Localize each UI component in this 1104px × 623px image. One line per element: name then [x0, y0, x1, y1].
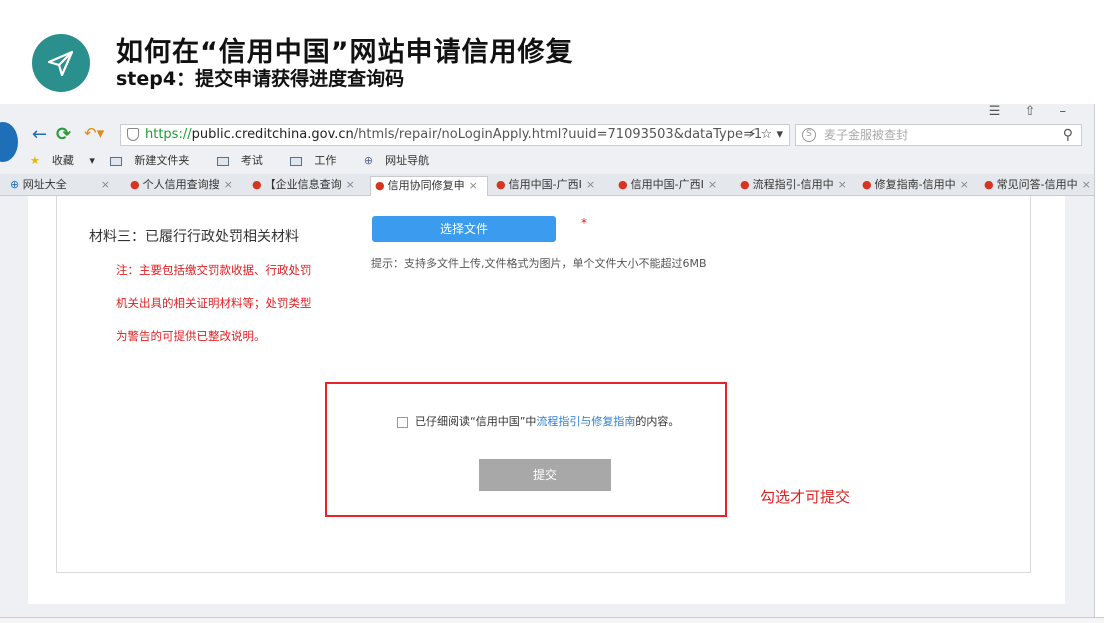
url-bar[interactable]: https://public.creditchina.gov.cn/htmls/…	[120, 124, 790, 146]
refresh-icon[interactable]: ⟳	[56, 124, 71, 145]
close-icon[interactable]: ×	[586, 178, 595, 191]
browser-screenshot: ☰ ⇧ – ← ⟳ ↶▾ https://public.creditchina.…	[0, 104, 1094, 617]
bookmark-new-folder[interactable]: 新建文件夹	[110, 154, 201, 167]
tab-4-active[interactable]: ● 信用协同修复申 ×	[370, 176, 488, 196]
tab-8[interactable]: ● 修复指南-信用中 ×	[858, 176, 976, 196]
page-content: 材料三：已履行行政处罚相关材料 注：主要包括缴交罚款收据、行政处罚 机关出具的相…	[28, 196, 1065, 604]
submit-button[interactable]: 提交	[479, 459, 611, 491]
close-icon[interactable]: ×	[708, 178, 717, 191]
highlight-frame: 已仔细阅读“信用中国”中流程指引与修复指南的内容。 提交	[325, 382, 727, 517]
close-icon[interactable]: ×	[1082, 178, 1091, 191]
emblem-icon: ●	[740, 178, 750, 191]
folder-icon	[216, 156, 229, 166]
url-scheme: https://	[145, 127, 192, 142]
bottom-edge	[0, 617, 1104, 623]
close-icon[interactable]: ×	[469, 179, 478, 192]
material-label: 材料三：已履行行政处罚相关材料	[89, 229, 299, 245]
tab-7[interactable]: ● 流程指引-信用中 ×	[736, 176, 854, 196]
emblem-icon: ●	[130, 178, 140, 191]
emblem-icon: ●	[252, 178, 262, 191]
emblem-icon: ●	[862, 178, 872, 191]
emblem-icon: ●	[375, 179, 385, 192]
close-icon[interactable]: ×	[101, 178, 110, 191]
bookmark-nav[interactable]: ⊕ 网址导航	[364, 154, 441, 167]
window-controls[interactable]: ☰ ⇧ –	[989, 104, 1076, 119]
agree-checkbox[interactable]	[397, 417, 408, 428]
undo-icon[interactable]: ↶▾	[84, 124, 104, 142]
shield-icon	[127, 128, 139, 141]
tab-9[interactable]: ● 常见问答-信用中 ×	[980, 176, 1092, 196]
emblem-icon: ●	[984, 178, 994, 191]
folder-icon	[290, 156, 303, 166]
note-line-2: 机关出具的相关证明材料等；处罚类型	[116, 296, 312, 310]
tab-6[interactable]: ● 信用中国-广西I ×	[614, 176, 732, 196]
bookmark-exam[interactable]: 考试	[216, 154, 275, 167]
browser-logo	[0, 122, 18, 162]
agree-text: 已仔细阅读“信用中国”中流程指引与修复指南的内容。	[415, 415, 680, 428]
annotation-text: 勾选才可提交	[760, 488, 851, 506]
close-icon[interactable]: ×	[224, 178, 233, 191]
close-icon[interactable]: ×	[960, 178, 969, 191]
search-icon[interactable]: ⚲	[1063, 125, 1073, 145]
globe-icon: ⊕	[363, 154, 374, 167]
tab-5[interactable]: ● 信用中国-广西I ×	[492, 176, 610, 196]
back-arrow-icon[interactable]: ←	[32, 124, 47, 145]
search-input[interactable]: S 麦子金服被查封 ⚲	[795, 124, 1082, 146]
emblem-icon: ●	[618, 178, 628, 191]
paper-plane-icon	[47, 50, 74, 77]
bookmark-work[interactable]: 工作	[290, 154, 348, 167]
bookmark-star-icon[interactable]: ⚡ ☆ ▾	[747, 125, 783, 145]
url-domain: public.creditchina.gov.cn	[191, 127, 354, 142]
bookmarks-bar: ★ 收藏 ▾ 新建文件夹 考试 工作 ⊕ 网址导航	[30, 152, 453, 170]
upload-tip: 提示：支持多文件上传,文件格式为图片，单个文件大小不能超过6MB	[371, 257, 707, 270]
close-icon[interactable]: ×	[346, 178, 355, 191]
guide-link[interactable]: 流程指引与修复指南	[536, 415, 635, 428]
globe-icon: ⊕	[10, 178, 20, 191]
tab-3[interactable]: ● 【企业信息查询 ×	[248, 176, 366, 196]
emblem-icon: ●	[496, 178, 506, 191]
slide-subtitle: step4：提交申请获得进度查询码	[116, 68, 405, 90]
search-engine-icon: S	[802, 128, 816, 142]
tab-2[interactable]: ● 个人信用查询搜 ×	[126, 176, 244, 196]
folder-icon	[110, 156, 123, 166]
tab-bar: ⊕ 网址大全 × ● 个人信用查询搜 × ● 【企业信息查询 × ● 信用协同修复申 × ● 信…	[0, 174, 1094, 196]
close-icon[interactable]: ×	[838, 178, 847, 191]
choose-file-button[interactable]: 选择文件	[372, 216, 556, 242]
star-icon: ★	[30, 154, 40, 167]
required-mark: *	[581, 216, 587, 230]
bookmark-favorites[interactable]: ★ 收藏 ▾	[30, 154, 95, 167]
paper-plane-logo	[32, 34, 90, 92]
address-row: ← ⟳ ↶▾ https://public.creditchina.gov.cn…	[0, 118, 1094, 162]
tab-1[interactable]: ⊕ 网址大全 ×	[6, 176, 124, 196]
url-path: /htmls/repair/noLoginApply.html?uuid=710…	[353, 127, 763, 142]
right-edge	[1094, 104, 1104, 623]
search-placeholder: 麦子金服被查封	[824, 128, 909, 142]
note-line-3: 为警告的可提供已整改说明。	[116, 329, 266, 343]
note-line-1: 注：主要包括缴交罚款收据、行政处罚	[116, 263, 312, 277]
